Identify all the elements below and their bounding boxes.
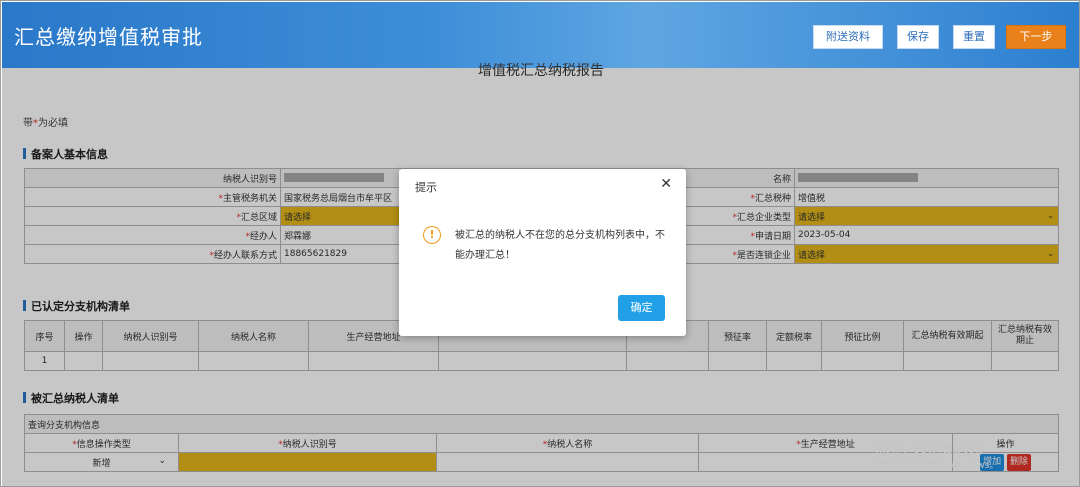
activation-watermark: 激活 Windows (875, 439, 984, 458)
header-bar: 汇总缴纳增值税审批 附送资料 保存 重置 下一步 (2, 2, 1079, 68)
dialog-message: 被汇总的纳税人不在您的总分支机构列表中，不能办理汇总！ (455, 230, 665, 261)
dialog-title: 提示 (415, 181, 437, 194)
attach-button[interactable]: 附送资料 (813, 25, 883, 49)
next-button[interactable]: 下一步 (1006, 25, 1066, 49)
app-window: 汇总缴纳增值税审批 附送资料 保存 重置 下一步 增值税汇总纳税报告 带*为必填… (0, 0, 1080, 487)
warning-icon: ! (423, 226, 441, 244)
close-icon[interactable]: ✕ (660, 176, 672, 192)
reset-button[interactable]: 重置 (953, 25, 995, 49)
alert-dialog: 提示 ✕ ! 被汇总的纳税人不在您的总分支机构列表中，不能办理汇总！ 确定 (399, 169, 686, 336)
save-button[interactable]: 保存 (897, 25, 939, 49)
page-title: 汇总缴纳增值税审批 (14, 25, 203, 49)
ok-button[interactable]: 确定 (618, 295, 665, 321)
activation-watermark-hint: 转到"设置"以激活 Windows。 (875, 461, 999, 471)
